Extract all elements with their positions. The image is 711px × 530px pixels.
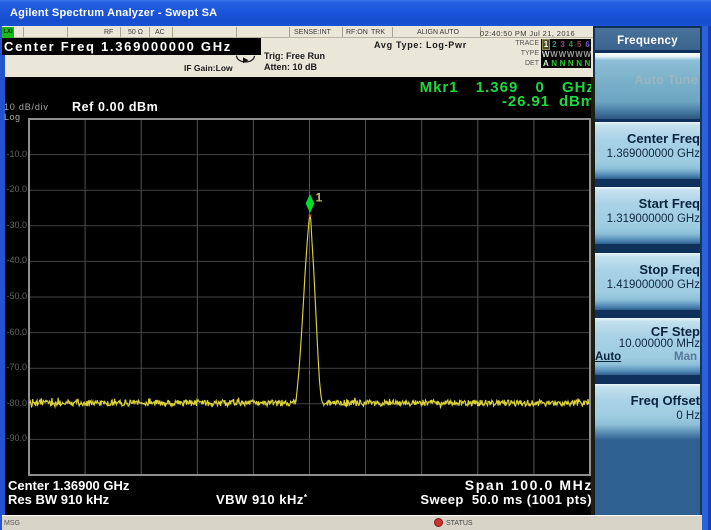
svg-text:1: 1 [316,191,323,205]
